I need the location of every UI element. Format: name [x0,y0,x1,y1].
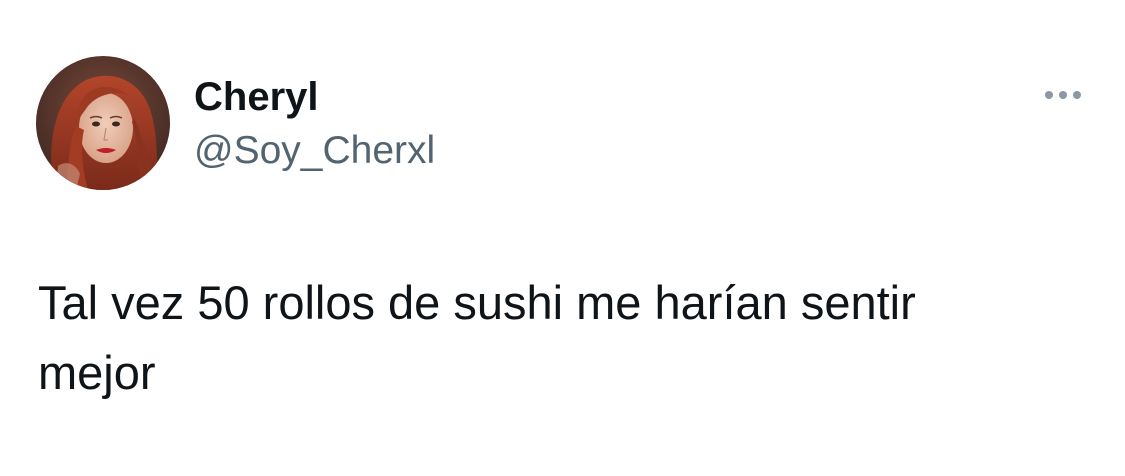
author-handle[interactable]: @Soy_Cherxl [194,128,435,174]
profile-photo [36,56,170,190]
avatar[interactable] [36,56,170,190]
more-horizontal-icon [1045,91,1081,99]
tweet-text: Tal vez 50 rollos de sushi me harían sen… [38,276,916,399]
more-options-button[interactable] [1030,80,1096,110]
tweet-card: Cheryl @Soy_Cherxl Tal vez 50 rollos de … [0,0,1125,476]
author-display-name[interactable]: Cheryl [194,74,319,120]
